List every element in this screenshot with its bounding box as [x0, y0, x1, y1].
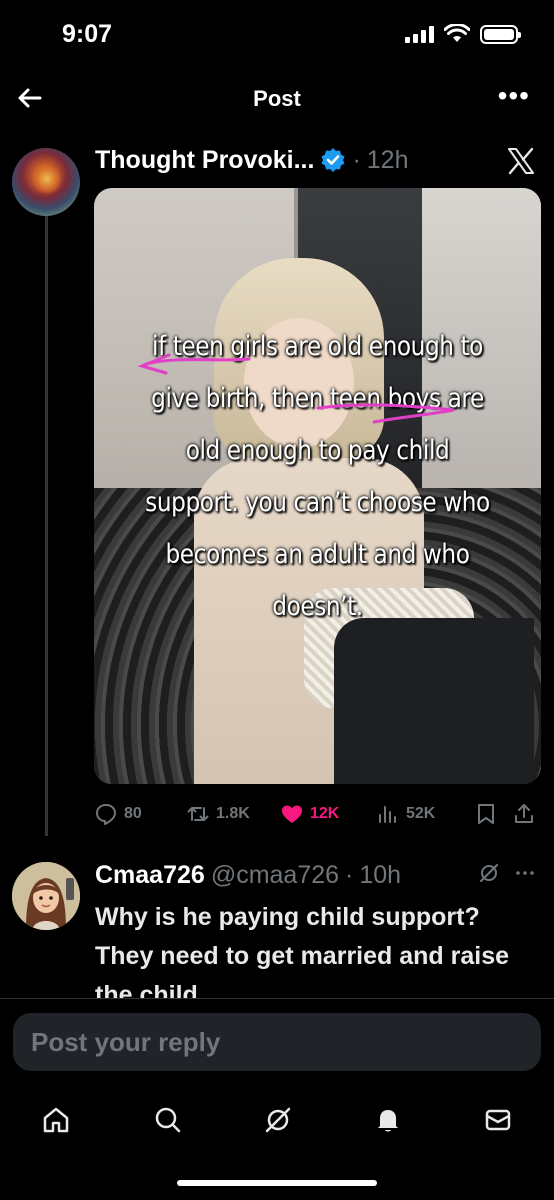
reply-author-name[interactable]: Cmaa726: [95, 861, 205, 890]
screen: 9:07 Post ••• Thought Provoki... · 12h i…: [0, 0, 554, 1200]
thread-line: [45, 196, 48, 836]
post-meta-separator: ·: [352, 145, 361, 174]
notifications-bell-icon: [378, 1110, 398, 1132]
status-time: 9:07: [62, 20, 113, 48]
bookmark-button[interactable]: [474, 802, 498, 826]
views-button[interactable]: 52K: [376, 802, 435, 826]
home-icon: [43, 1107, 69, 1133]
heart-filled-icon: [282, 805, 302, 823]
author-name[interactable]: Thought Provoki...: [95, 146, 314, 175]
tab-search[interactable]: [148, 1100, 188, 1140]
tab-grok[interactable]: [258, 1100, 298, 1140]
bookmark-icon: [478, 804, 494, 824]
status-bar: 9:07: [0, 0, 554, 68]
reply-count: 80: [124, 805, 142, 822]
post-actions: 80 1.8K 12K 52K: [94, 798, 544, 830]
post-header: Thought Provoki... · 12h: [95, 142, 408, 178]
tab-notifications[interactable]: [368, 1100, 408, 1140]
reply-icon: [96, 804, 116, 825]
reply-meta-separator: ·: [345, 860, 354, 889]
grok-icon[interactable]: [478, 862, 500, 884]
cartoon-avatar-icon: [12, 862, 80, 930]
reply-time: 10h: [359, 860, 402, 889]
views-count: 52K: [406, 805, 436, 822]
reply-composer[interactable]: [13, 1013, 541, 1071]
verified-badge-icon: [321, 148, 345, 172]
reply-input[interactable]: [31, 1026, 541, 1058]
post-time: 12h: [366, 145, 409, 174]
repost-count: 1.8K: [216, 805, 250, 822]
like-count: 12K: [310, 805, 340, 822]
search-icon: [155, 1107, 181, 1133]
nav-header: Post •••: [0, 72, 554, 124]
reply-avatar[interactable]: [12, 862, 80, 930]
author-avatar[interactable]: [12, 148, 80, 216]
image-caption-text: if teen girls are old enough to give bir…: [145, 331, 490, 622]
signal-icon: [405, 25, 434, 43]
more-options-icon[interactable]: [514, 862, 536, 884]
like-button[interactable]: 12K: [280, 802, 339, 826]
views-chart-icon: [379, 806, 396, 823]
status-icons: [405, 24, 521, 44]
post-image[interactable]: if teen girls are old enough to give bir…: [94, 188, 541, 784]
reply-header: Cmaa726 @cmaa726 · 10h: [95, 857, 401, 893]
wifi-icon: [444, 24, 470, 42]
tab-home[interactable]: [36, 1100, 76, 1140]
repost-icon: [187, 807, 209, 821]
x-logo-icon: [508, 147, 534, 175]
more-options-icon[interactable]: •••: [498, 82, 530, 110]
reply-handle[interactable]: @cmaa726: [211, 861, 339, 890]
share-button[interactable]: [512, 802, 536, 826]
messages-icon: [485, 1109, 511, 1131]
share-icon: [515, 804, 533, 823]
page-title: Post: [253, 86, 301, 111]
reply-controls: [478, 862, 536, 884]
repost-button[interactable]: 1.8K: [186, 802, 250, 826]
home-indicator-bar: [177, 1180, 377, 1186]
battery-icon: [480, 24, 521, 44]
grok-icon: [265, 1107, 291, 1133]
reply-button[interactable]: 80: [94, 802, 142, 826]
tab-messages[interactable]: [478, 1100, 518, 1140]
